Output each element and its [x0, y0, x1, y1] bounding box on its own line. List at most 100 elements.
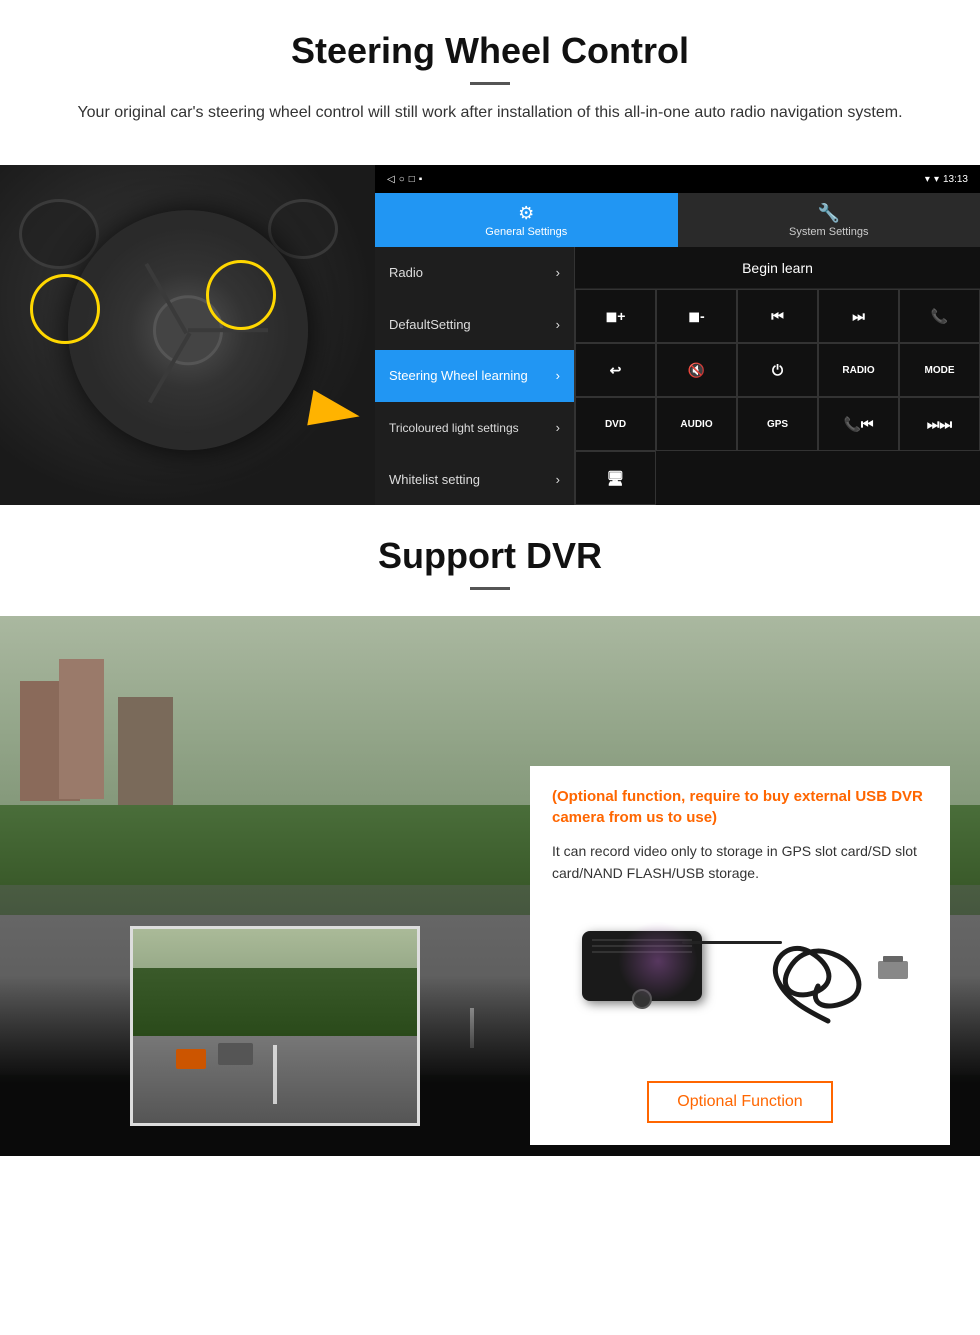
ctrl-btn-gps[interactable]: GPS [737, 397, 818, 451]
dvr-section: Support DVR (Opti [0, 505, 980, 1295]
camera-cable [682, 941, 782, 944]
dvr-title-area: Support DVR [0, 505, 980, 616]
audio-label: AUDIO [680, 419, 712, 430]
mute-icon: 🔇 [688, 362, 705, 379]
screenshot-road-line [273, 1045, 277, 1103]
gauge-left [19, 199, 99, 269]
begin-learn-row: Begin learn [575, 247, 980, 289]
menu-item-steering-label: Steering Wheel learning [389, 368, 528, 383]
dvr-description: It can record video only to storage in G… [552, 840, 928, 885]
dvr-background-image: (Optional function, require to buy exter… [0, 616, 980, 1156]
highlight-circle-right [206, 260, 276, 330]
optional-function-area: Optional Function [552, 1071, 928, 1123]
ctrl-btn-vol-up[interactable]: ◼+ [575, 289, 656, 343]
menu-item-whitelist[interactable]: Whitelist setting › [375, 453, 575, 505]
control-buttons-grid: ◼+ ◼- ⏮ ⏭ 📞 ↩ 🔇 ⏻ RADIO MODE [575, 289, 980, 505]
phone-icon: 📞 [931, 308, 948, 325]
steering-section: Steering Wheel Control Your original car… [0, 0, 980, 165]
menu-content: Radio › DefaultSetting › Steering Wheel … [375, 247, 980, 505]
tab-system-settings[interactable]: 🔧 System Settings [678, 193, 980, 247]
tab-general-settings[interactable]: ⚙ General Settings [375, 193, 678, 247]
menu-item-radio[interactable]: Radio › [375, 247, 575, 299]
clock: 13:13 [943, 174, 968, 185]
camera-device [582, 931, 702, 1001]
title-divider [470, 82, 510, 85]
home-icon[interactable]: ○ [399, 174, 405, 185]
menu-item-default-label: DefaultSetting [389, 317, 471, 332]
ctrl-btn-screen[interactable]: 🖥 [575, 451, 656, 505]
gps-label: GPS [767, 419, 788, 430]
ctrl-btn-audio[interactable]: AUDIO [656, 397, 737, 451]
vol-down-icon: ◼- [688, 308, 704, 325]
power-icon: ⏻ [772, 362, 783, 379]
ctrl-btn-radio[interactable]: RADIO [818, 343, 899, 397]
menu-item-steering[interactable]: Steering Wheel learning › [375, 350, 575, 402]
recents-icon[interactable]: □ [409, 174, 415, 185]
section-subtitle: Your original car's steering wheel contr… [60, 101, 920, 125]
building-2 [59, 659, 104, 799]
ctrl-btn-mute[interactable]: 🔇 [656, 343, 737, 397]
system-settings-icon: 🔧 [818, 203, 840, 224]
steering-wheel [68, 210, 308, 450]
ctrl-btn-phone-prev[interactable]: 📞⏮ [818, 397, 899, 451]
screenshot-car-2 [176, 1049, 206, 1069]
ctrl-btn-mode[interactable]: MODE [899, 343, 980, 397]
prev-icon: ⏮ [771, 308, 784, 325]
ctrl-btn-phone[interactable]: 📞 [899, 289, 980, 343]
general-settings-icon: ⚙ [518, 203, 534, 224]
wheel-spoke-1 [188, 328, 268, 332]
radio-label: RADIO [842, 365, 874, 376]
vol-up-icon: ◼+ [606, 308, 626, 325]
settings-tabs: ⚙ General Settings 🔧 System Settings [375, 193, 980, 247]
menu-item-default[interactable]: DefaultSetting › [375, 299, 575, 351]
chevron-right-icon-5: › [556, 472, 560, 487]
dvr-title: Support DVR [0, 535, 980, 577]
screenshot-trees [133, 968, 417, 1036]
cable-svg [728, 921, 928, 1041]
next-icon: ⏭ [852, 308, 865, 325]
highlight-circle-left [30, 274, 100, 344]
ctrl-btn-vol-down[interactable]: ◼- [656, 289, 737, 343]
menu-icon[interactable]: ▪ [419, 174, 423, 185]
back-icon[interactable]: ◁ [387, 174, 395, 185]
optional-function-button[interactable]: Optional Function [647, 1081, 832, 1123]
nav-icons: ◁ ○ □ ▪ [387, 174, 422, 185]
menu-item-radio-label: Radio [389, 265, 423, 280]
menu-item-tricoloured-label: Tricoloured light settings [389, 421, 519, 435]
begin-learn-button[interactable]: Begin learn [575, 247, 980, 288]
dvd-label: DVD [605, 419, 626, 430]
ctrl-btn-next[interactable]: ⏭ [818, 289, 899, 343]
menu-item-tricoloured[interactable]: Tricoloured light settings › [375, 402, 575, 454]
skip-icon: ⏭⏭ [927, 416, 952, 433]
camera-light-effect [618, 921, 698, 1001]
ctrl-btn-skip[interactable]: ⏭⏭ [899, 397, 980, 451]
phone-prev-icon: 📞⏮ [843, 416, 873, 433]
ctrl-row-4: 🖥 [575, 451, 980, 505]
right-panel: Begin learn ◼+ ◼- ⏮ ⏭ 📞 ↩ 🔇 [575, 247, 980, 505]
chevron-right-icon-4: › [556, 420, 560, 435]
tab-system-label: System Settings [789, 226, 868, 238]
dvr-camera-illustration [552, 901, 928, 1061]
chevron-right-icon-3: › [556, 368, 560, 383]
cable-area [728, 921, 908, 1021]
wifi-icon: ▾ [934, 174, 939, 185]
ctrl-btn-prev[interactable]: ⏮ [737, 289, 818, 343]
screenshot-car-1 [218, 1043, 253, 1065]
back-call-icon: ↩ [610, 362, 622, 379]
ctrl-row-3: DVD AUDIO GPS 📞⏮ ⏭⏭ [575, 397, 980, 451]
ctrl-row-1: ◼+ ◼- ⏮ ⏭ 📞 [575, 289, 980, 343]
gauge-right [268, 199, 338, 259]
page-title: Steering Wheel Control [40, 30, 940, 72]
ctrl-btn-power[interactable]: ⏻ [737, 343, 818, 397]
screen-icon: 🖥 [607, 470, 625, 487]
ctrl-row-2: ↩ 🔇 ⏻ RADIO MODE [575, 343, 980, 397]
dvr-title-divider [470, 587, 510, 590]
steering-wheel-image [0, 165, 375, 505]
ctrl-btn-dvd[interactable]: DVD [575, 397, 656, 451]
ctrl-btn-back[interactable]: ↩ [575, 343, 656, 397]
menu-item-whitelist-label: Whitelist setting [389, 472, 480, 487]
android-statusbar: ◁ ○ □ ▪ ▾ ▾ 13:13 [375, 165, 980, 193]
building-3 [118, 697, 173, 807]
chevron-right-icon-2: › [556, 317, 560, 332]
dvr-optional-text: (Optional function, require to buy exter… [552, 786, 928, 828]
